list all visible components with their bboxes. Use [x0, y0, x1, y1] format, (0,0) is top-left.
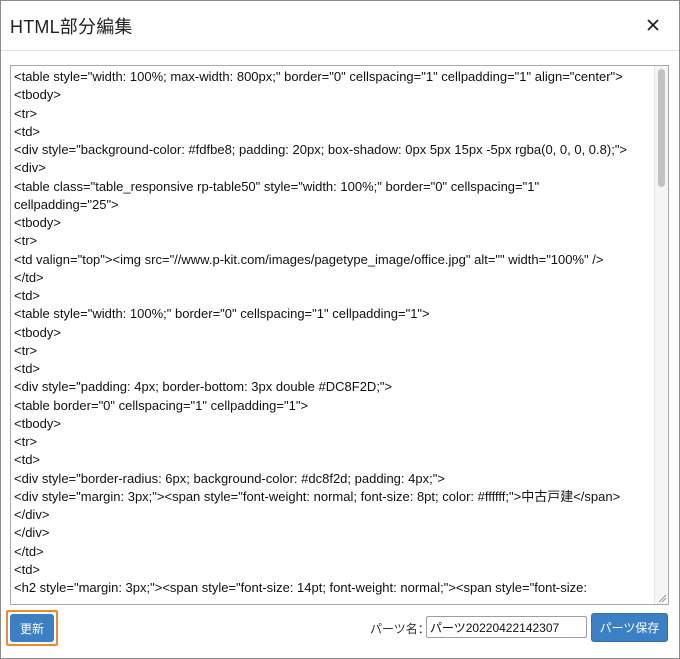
dialog-titlebar: HTML部分編集: [1, 1, 679, 51]
editor-scroll-thumb[interactable]: [658, 69, 665, 187]
source-line: <tr>: [14, 434, 38, 449]
save-parts-button[interactable]: パーツ保存: [591, 613, 668, 642]
update-button[interactable]: 更新: [10, 614, 54, 642]
source-line: <td>: [14, 123, 41, 139]
source-line: <td>: [14, 561, 41, 577]
source-line: <div style="border-radius: 6px; backgrou…: [14, 470, 445, 486]
source-line: </td>: [14, 269, 44, 285]
close-icon: [647, 19, 659, 31]
source-line: <table class="table_responsive rp-table5…: [14, 178, 540, 194]
source-line: <tr>: [14, 233, 38, 249]
source-line: </div>: [14, 507, 50, 522]
source-line: <td>: [14, 452, 41, 468]
source-line: <tbody>: [14, 324, 61, 340]
close-button[interactable]: [641, 13, 665, 37]
source-line: <div style="background-color: #fdfbe8; p…: [14, 142, 628, 157]
source-line: </div>: [14, 525, 50, 541]
editor-scrollbar[interactable]: [654, 66, 668, 604]
source-line: cellpadding="25">: [14, 196, 119, 212]
parts-name-input[interactable]: [426, 616, 587, 638]
source-line: <div style="margin: 3px;"><span style="f…: [14, 488, 621, 504]
source-line: <tbody>: [14, 87, 61, 103]
source-line: <tr>: [14, 342, 38, 358]
source-line: <h2 style="margin: 3px;"><span style="fo…: [14, 580, 587, 595]
source-line: <td>: [14, 361, 41, 376]
source-line: <table border="0" cellspacing="1" cellpa…: [14, 397, 309, 413]
source-line: <tr>: [14, 105, 38, 121]
source-line: <tbody>: [14, 215, 61, 230]
source-line: <table style="width: 100%; max-width: 80…: [14, 69, 623, 84]
html-edit-dialog: HTML部分編集 <table style="width: 100%; max-…: [0, 0, 680, 659]
html-source-textarea[interactable]: <table style="width: 100%; max-width: 80…: [10, 65, 669, 605]
resize-grip-icon[interactable]: [657, 593, 667, 603]
html-source-content[interactable]: <table style="width: 100%; max-width: 80…: [11, 66, 655, 604]
source-line: </td>: [14, 543, 44, 559]
source-line: <tbody>: [14, 415, 61, 431]
parts-name-label: パーツ名：: [370, 622, 430, 636]
source-line: <td>: [14, 288, 41, 303]
source-line: <div style="padding: 4px; border-bottom:…: [14, 379, 393, 395]
source-line: <div>: [14, 160, 46, 176]
source-line: <td valign="top"><img src="//www.p-kit.c…: [14, 251, 604, 267]
update-button-highlight: 更新: [6, 610, 58, 646]
dialog-title: HTML部分編集: [10, 17, 133, 37]
dialog-footer: 更新 パーツ名： パーツ保存: [1, 606, 679, 658]
source-line: <table style="width: 100%;" border="0" c…: [14, 306, 430, 322]
